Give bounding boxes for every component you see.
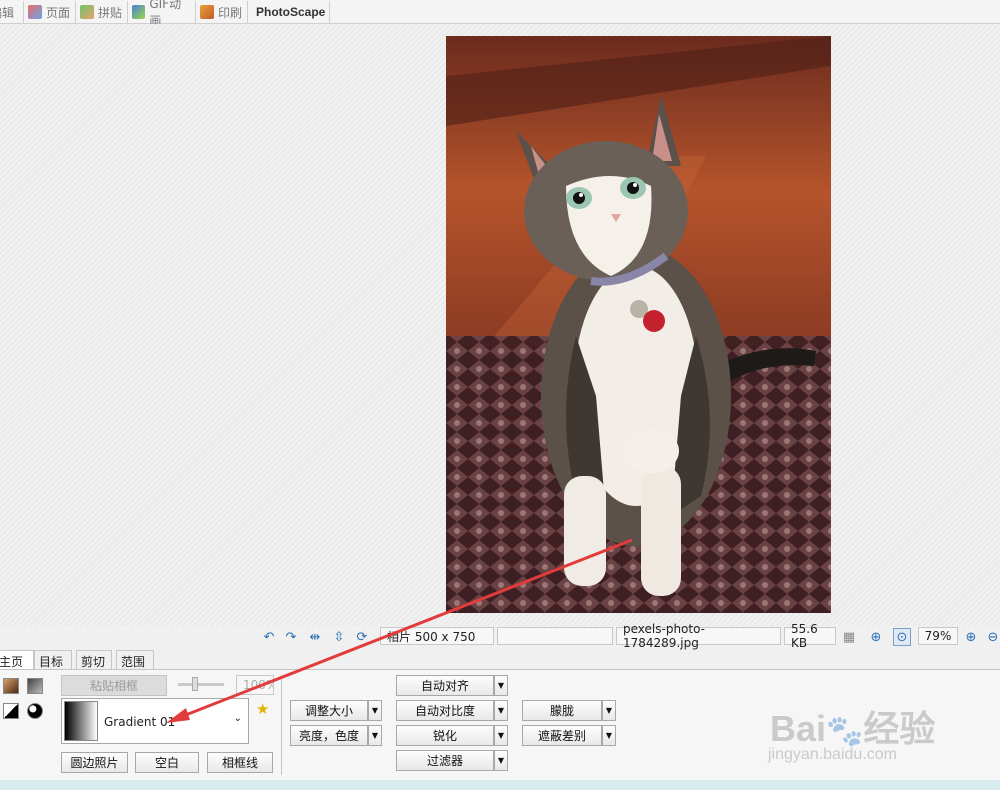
circle-mask-icon[interactable] [27,703,43,719]
auto-level-dropdown-icon[interactable]: ▼ [494,675,508,696]
paste-frame-label: 粘贴相框 [89,679,138,693]
tab-crop-label: 剪切 [81,655,106,669]
star-icon[interactable]: ★ [256,700,269,718]
panel-divider [281,675,282,775]
tab-object[interactable]: 目标 [34,650,72,670]
tab-print[interactable]: 印刷 [196,1,248,23]
flip-horizontal-icon[interactable]: ⇹ [306,628,324,646]
filesize-field: 55.6 KB [784,622,836,650]
bloom-dropdown-icon[interactable]: ▼ [602,700,616,721]
tab-edit-label: 编辑 [0,5,15,20]
round-photo-label: 圆边照片 [70,756,119,770]
rotate-right-icon[interactable]: ↷ [282,628,300,646]
filter-dropdown-icon[interactable]: ▼ [494,750,508,771]
tab-object-label: 目标 [39,655,64,669]
frame-line-label: 相框线 [221,756,258,770]
zoom-in-icon[interactable]: ⊕ [962,628,980,646]
baidu-watermark-url: jingyan.baidu.com [768,746,897,763]
photo-size-field: 相片 500 x 750 [380,627,494,645]
checker-icon[interactable]: ▦ [840,628,858,646]
blank-button[interactable]: 空白 [135,752,199,773]
brightness-label: 亮度，色度 [298,729,359,743]
resize-button[interactable]: 调整大小 [290,700,368,721]
tab-range[interactable]: 范围 [116,650,154,670]
zoom-out-icon[interactable]: ⊖ [984,628,1000,646]
rotate-left-icon[interactable]: ↶ [260,628,278,646]
tab-collage-label: 拼贴 [98,5,123,20]
gradient-preview [64,701,98,741]
bottom-strip [0,780,1000,790]
tab-home-label: 主页 [0,655,24,669]
top-tab-bar: 编辑 页面 拼贴 GIF动画 印刷 PhotoScape [0,0,1000,28]
gray-swatch-icon[interactable] [27,678,43,694]
baidu-watermark-jingyan: 经验 [863,708,936,749]
vignette-button[interactable]: 遮蔽差别 [522,725,602,746]
cat-photo [446,36,831,613]
tab-home[interactable]: 主页 [0,650,34,671]
flip-vertical-icon[interactable]: ⇳ [330,628,348,646]
print-icon [200,5,214,19]
photo-size-text: 相片 500 x 750 [387,629,476,644]
tab-photoscape-label: PhotoScape [256,5,326,19]
baidu-watermark-bai: Bai [770,708,827,749]
tab-photoscape[interactable]: PhotoScape [248,1,330,23]
invert-icon[interactable] [3,703,19,719]
tab-crop[interactable]: 剪切 [76,650,112,670]
frame-name-text: Gradient 01 [104,715,176,729]
frame-line-button[interactable]: 相框线 [207,752,273,773]
auto-contrast-label: 自动对比度 [414,704,475,718]
tab-print-label: 印刷 [218,5,243,20]
tab-collage[interactable]: 拼贴 [76,1,128,23]
opacity-input[interactable]: 100% [236,675,274,695]
color-swatch-icon[interactable] [3,678,19,694]
bloom-button[interactable]: 朦胧 [522,700,602,721]
blank-label: 空白 [154,756,179,770]
tab-range-label: 范围 [121,655,146,669]
page-icon [28,5,42,19]
info-field [497,627,613,645]
chevron-down-icon: ⌄ [233,713,242,724]
zoom-actual-icon[interactable]: ⊕ [867,628,885,646]
collage-icon [80,5,94,19]
paste-frame-button[interactable]: 粘贴相框 [61,675,167,696]
tab-edit[interactable]: 编辑 [0,1,24,23]
cat-illustration [446,36,831,613]
opacity-value: 100% [243,678,274,692]
brightness-dropdown-icon[interactable]: ▼ [368,725,382,746]
tab-page[interactable]: 页面 [24,1,76,23]
frame-select[interactable]: Gradient 01 ⌄ [61,698,249,744]
zoom-text: 79% [924,629,952,643]
tab-gif[interactable]: GIF动画 [128,0,196,28]
tab-page-label: 页面 [46,5,71,20]
opacity-slider-thumb[interactable] [192,677,198,691]
resize-dropdown-icon[interactable]: ▼ [368,700,382,721]
filesize-text: 55.6 KB [791,622,818,650]
editor-canvas[interactable] [0,24,1000,626]
filter-label: 过滤器 [426,754,463,768]
auto-level-button[interactable]: 自动对齐 [396,675,494,696]
filename-text: pexels-photo-1784289.jpg [623,622,705,650]
opacity-slider-track[interactable] [178,683,224,686]
vignette-label: 遮蔽差别 [537,729,586,743]
filename-field: pexels-photo-1784289.jpg [616,622,781,650]
gif-icon [132,5,146,19]
zoom-field[interactable]: 79% [918,627,958,645]
vignette-dropdown-icon[interactable]: ▼ [602,725,616,746]
rotate-free-icon[interactable]: ⟳ [353,628,371,646]
sharpen-button[interactable]: 锐化 [396,725,494,746]
resize-label: 调整大小 [304,704,353,718]
auto-level-label: 自动对齐 [420,679,469,693]
filter-button[interactable]: 过滤器 [396,750,494,771]
auto-contrast-button[interactable]: 自动对比度 [396,700,494,721]
zoom-fit-icon[interactable]: ⊙ [893,628,911,646]
auto-contrast-dropdown-icon[interactable]: ▼ [494,700,508,721]
round-photo-button[interactable]: 圆边照片 [61,752,128,773]
baidu-watermark-brand: Bai🐾经验 [770,700,935,752]
sharpen-dropdown-icon[interactable]: ▼ [494,725,508,746]
paw-icon: 🐾 [826,715,864,748]
brightness-button[interactable]: 亮度，色度 [290,725,368,746]
bloom-label: 朦胧 [549,704,574,718]
sharpen-label: 锐化 [432,729,457,743]
